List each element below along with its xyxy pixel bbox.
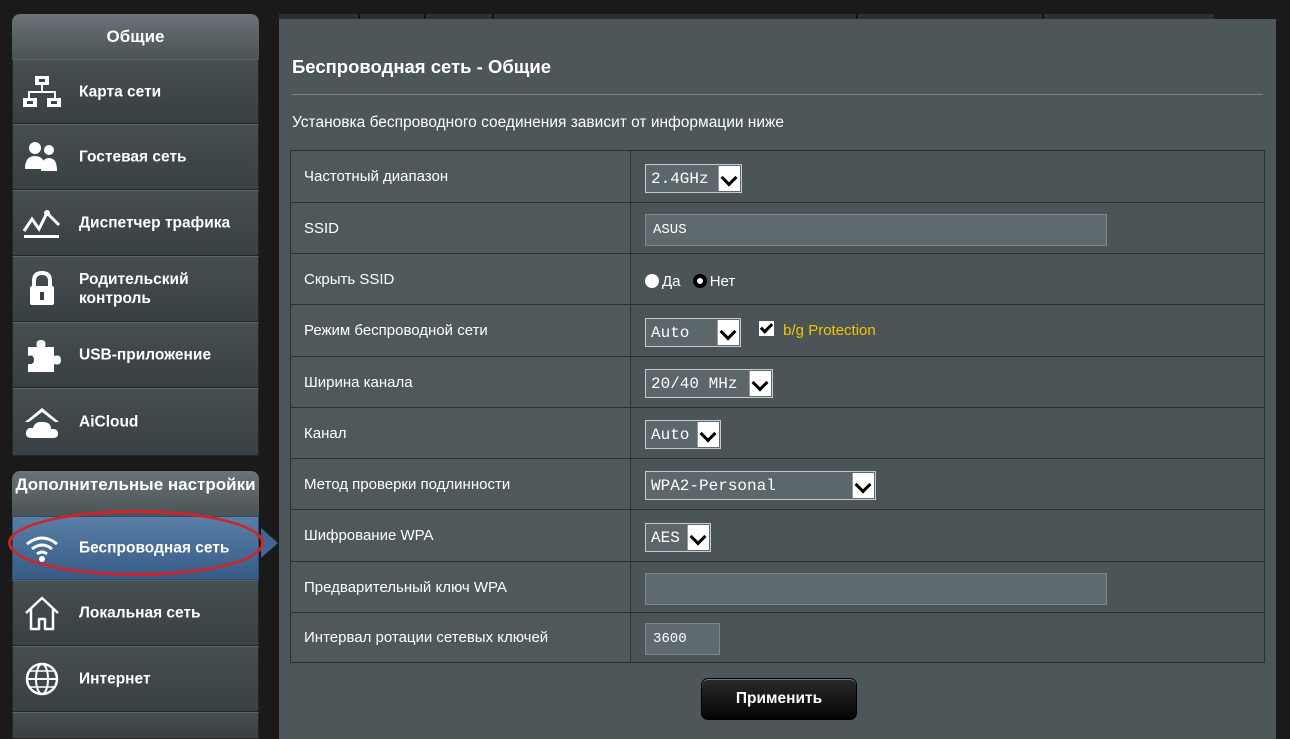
annotation-highlight-ring	[8, 510, 264, 576]
sidebar-item-label: Интернет	[79, 670, 151, 688]
tab-divider	[492, 14, 494, 19]
chevron-down-icon	[717, 319, 739, 345]
traffic-chart-icon	[22, 205, 61, 241]
sidebar-item-aicloud[interactable]: AiCloud	[12, 388, 259, 456]
row-psk: Предварительный ключ WPA	[290, 561, 1265, 613]
hide-ssid-yes-radio[interactable]	[645, 274, 659, 288]
channel-width-value: 20/40 MHz	[651, 375, 738, 393]
row-auth-method: Метод проверки подлинности WPA2-Personal	[290, 458, 1265, 510]
auth-method-value: WPA2-Personal	[651, 477, 776, 495]
channel-label: Канал	[290, 407, 631, 459]
tab-divider	[358, 14, 360, 19]
sidebar-general-header: Общие	[12, 14, 259, 59]
sidebar-item-lan[interactable]: Локальная сеть	[12, 580, 259, 646]
sidebar-item-network-map[interactable]: Карта сети	[12, 59, 259, 124]
row-key-rotation: Интервал ротации сетевых ключей 3600	[290, 612, 1265, 663]
wireless-mode-label: Режим беспроводной сети	[290, 304, 631, 357]
guest-users-icon	[23, 139, 61, 175]
sidebar-item-label: USB-приложение	[79, 346, 212, 364]
bg-protection-label: b/g Protection	[783, 321, 876, 339]
psk-label: Предварительный ключ WPA	[290, 561, 631, 613]
channel-width-label: Ширина канала	[290, 356, 631, 408]
row-wireless-mode: Режим беспроводной сети Auto b/g Protect…	[290, 304, 1265, 357]
sidebar-item-label: Локальная сеть	[79, 604, 201, 622]
auth-method-select[interactable]: WPA2-Personal	[645, 471, 876, 500]
sidebar-item-label: Гостевая сеть	[79, 148, 187, 166]
sidebar-item-usb-application[interactable]: USB-приложение	[12, 322, 259, 388]
hide-ssid-yes-label: Да	[662, 273, 681, 290]
row-hide-ssid: Скрыть SSID Да Нет	[290, 253, 1265, 305]
auth-method-label: Метод проверки подлинности	[290, 458, 631, 510]
sidebar-item-traffic-manager[interactable]: Диспетчер трафика	[12, 190, 259, 256]
channel-value: Auto	[651, 426, 690, 444]
tab-divider	[1214, 14, 1276, 19]
settings-table: Частотный диапазон 2.4GHz SSID ASUS Скры…	[290, 150, 1265, 663]
row-ssid: SSID ASUS	[290, 202, 1265, 254]
row-encryption: Шифрование WPA AES	[290, 509, 1265, 562]
apply-button[interactable]: Применить	[701, 678, 857, 720]
sidebar-item-label: Родительский контроль	[79, 271, 189, 307]
chevron-down-icon	[749, 371, 771, 396]
chevron-down-icon	[852, 473, 874, 498]
puzzle-icon	[23, 337, 61, 373]
sidebar-item-label: Диспетчер трафика	[79, 214, 231, 232]
row-channel-width: Ширина канала 20/40 MHz	[290, 356, 1265, 408]
wireless-mode-value: Auto	[651, 323, 690, 342]
main-panel: Беспроводная сеть - Общие Установка бесп…	[279, 14, 1276, 739]
sidebar-item-parental-control[interactable]: Родительский контроль	[12, 256, 259, 322]
bg-protection-checkbox[interactable]	[759, 321, 775, 337]
chevron-down-icon	[718, 165, 740, 191]
sidebar: Общие Карта сети Гостевая сеть Диспетчер…	[12, 14, 261, 739]
sidebar-item-partial[interactable]	[12, 712, 259, 739]
band-label: Частотный диапазон	[290, 150, 631, 203]
page-title: Беспроводная сеть - Общие	[292, 56, 552, 77]
ssid-label: SSID	[290, 202, 631, 254]
hide-ssid-no-label: Нет	[709, 273, 736, 290]
channel-width-select[interactable]: 20/40 MHz	[645, 369, 773, 398]
psk-input[interactable]	[645, 572, 1107, 605]
sidebar-item-guest-network[interactable]: Гостевая сеть	[12, 124, 259, 190]
tab-divider	[1042, 14, 1044, 19]
band-select[interactable]: 2.4GHz	[645, 163, 742, 193]
wireless-mode-select[interactable]: Auto	[645, 317, 741, 347]
lock-icon	[23, 270, 61, 307]
chevron-down-icon	[687, 524, 709, 550]
encryption-select[interactable]: AES	[645, 522, 711, 552]
row-band: Частотный диапазон 2.4GHz	[290, 150, 1265, 203]
key-rotation-label: Интервал ротации сетевых ключей	[290, 612, 631, 663]
sidebar-item-label: AiCloud	[79, 413, 139, 431]
band-select-value: 2.4GHz	[651, 169, 709, 188]
hide-ssid-no-radio[interactable]	[692, 274, 707, 288]
tab-divider	[856, 14, 858, 19]
cloud-home-icon	[23, 404, 61, 440]
sidebar-item-label: Карта сети	[79, 83, 162, 100]
encryption-label: Шифрование WPA	[290, 509, 631, 562]
key-rotation-input[interactable]: 3600	[645, 623, 720, 655]
home-icon	[23, 595, 61, 631]
encryption-value: AES	[651, 528, 680, 547]
chevron-down-icon	[697, 422, 719, 447]
tab-strip	[279, 14, 1276, 19]
channel-select[interactable]: Auto	[645, 420, 721, 449]
sidebar-item-internet[interactable]: Интернет	[12, 646, 259, 712]
tab-divider	[424, 14, 426, 19]
row-channel: Канал Auto	[290, 407, 1265, 459]
network-map-icon	[23, 74, 61, 110]
ssid-input[interactable]: ASUS	[645, 213, 1107, 246]
page-description: Установка беспроводного соединения завис…	[292, 114, 785, 131]
hide-ssid-label: Скрыть SSID	[290, 253, 631, 305]
globe-icon	[23, 661, 61, 697]
title-divider	[292, 94, 1263, 95]
